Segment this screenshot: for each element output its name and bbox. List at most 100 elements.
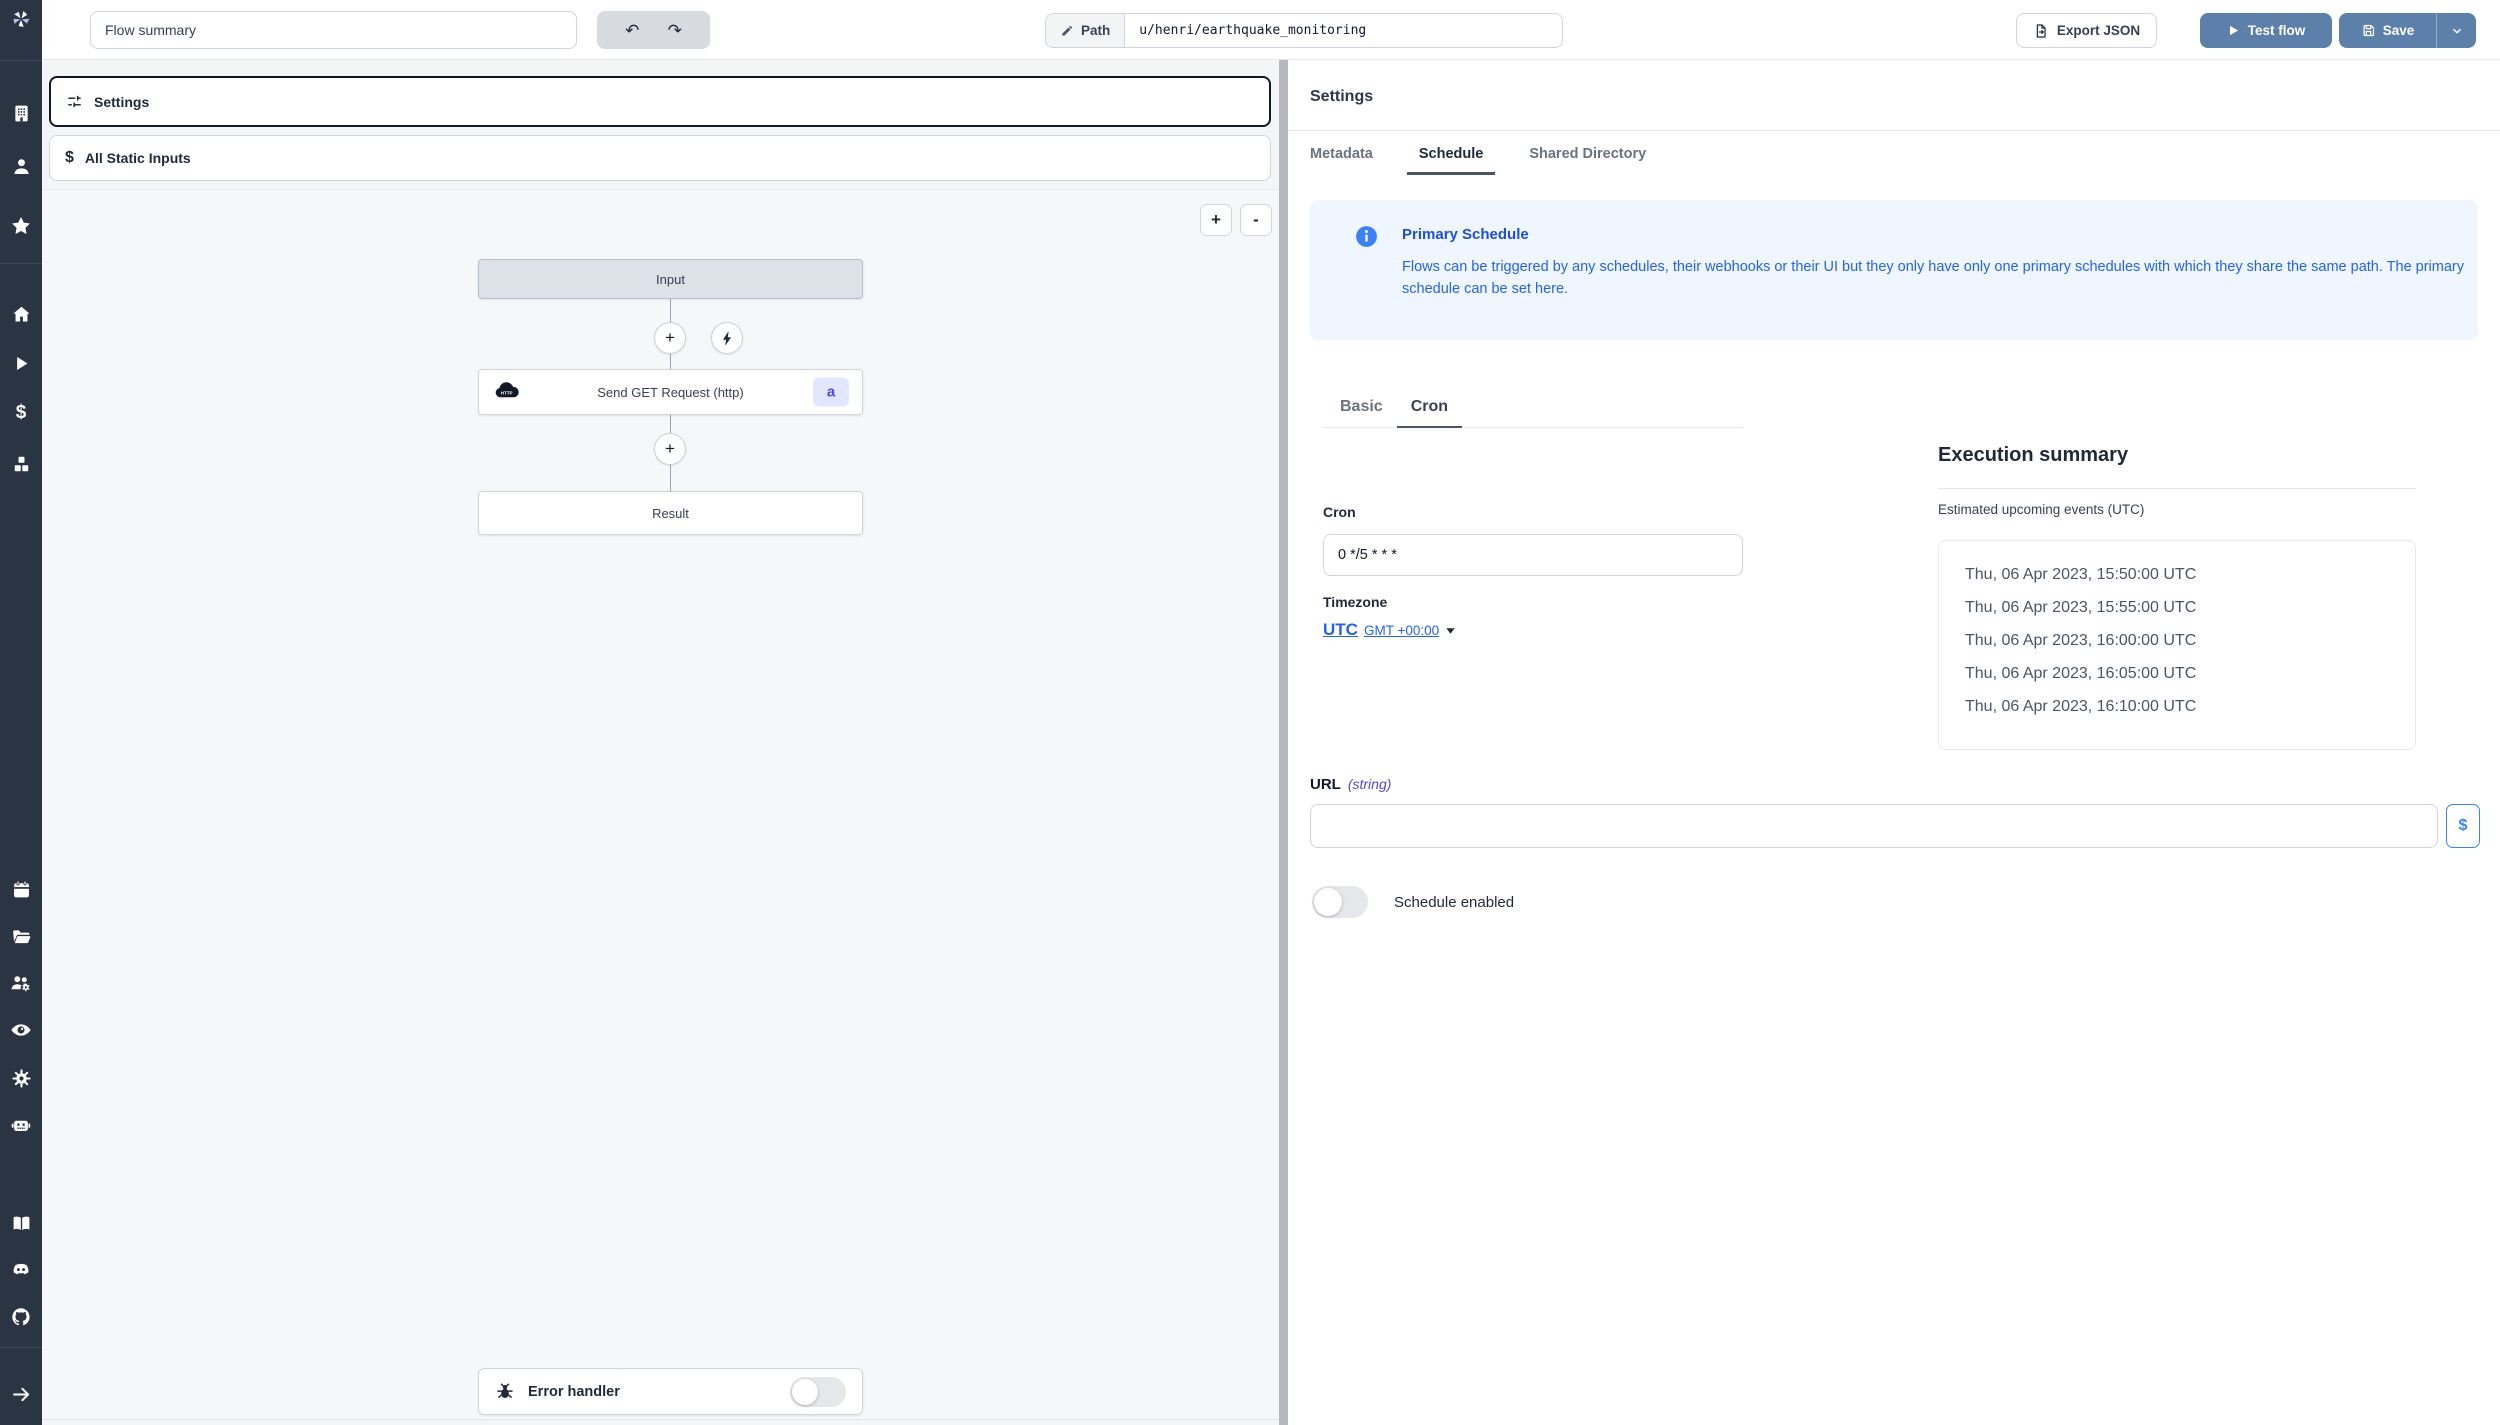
- error-handler-row[interactable]: Error handler: [478, 1368, 863, 1415]
- flow-panel: Settings $ All Static Inputs + - Input +…: [42, 60, 1279, 1425]
- undo-icon[interactable]: ↶: [625, 22, 639, 39]
- panel-splitter[interactable]: [1279, 60, 1288, 1425]
- upcoming-events-box: Thu, 06 Apr 2023, 15:50:00 UTC Thu, 06 A…: [1938, 540, 2416, 750]
- flow-node-http[interactable]: HTTP Send GET Request (http) a: [478, 369, 863, 415]
- url-type-hint: (string): [1348, 776, 1392, 792]
- info-body: Flows can be triggered by any schedules,…: [1402, 256, 2466, 300]
- toggle-knob: [792, 1379, 818, 1405]
- timezone-offset: GMT +00:00: [1364, 623, 1439, 638]
- settings-panel: Settings Metadata Schedule Shared Direct…: [1288, 60, 2500, 1425]
- workers-robot-icon[interactable]: [9, 1113, 33, 1137]
- flow-canvas[interactable]: + - Input + HTTP Send GET Request (http)…: [42, 189, 1279, 1420]
- home-icon[interactable]: [9, 302, 33, 326]
- event-row: Thu, 06 Apr 2023, 16:10:00 UTC: [1965, 690, 2415, 723]
- schedule-enabled-row: Schedule enabled: [1312, 886, 1514, 918]
- url-label: URL: [1310, 776, 1341, 793]
- github-icon[interactable]: [9, 1305, 33, 1329]
- execution-summary-subtitle: Estimated upcoming events (UTC): [1938, 502, 2144, 517]
- discord-icon[interactable]: [9, 1258, 33, 1282]
- audit-eye-icon[interactable]: [9, 1018, 33, 1042]
- info-title: Primary Schedule: [1402, 226, 1529, 243]
- export-json-label: Export JSON: [2057, 23, 2140, 38]
- event-row: Thu, 06 Apr 2023, 16:00:00 UTC: [1965, 624, 2415, 657]
- flow-node-result[interactable]: Result: [478, 491, 863, 535]
- timezone-select[interactable]: UTC GMT +00:00: [1323, 620, 1456, 640]
- schedule-mode-tabs: Basic Cron: [1323, 398, 1743, 428]
- primary-schedule-info-box: Primary Schedule Flows can be triggered …: [1310, 200, 2478, 340]
- flow-node-input[interactable]: Input: [478, 259, 863, 299]
- node-id-badge: a: [813, 378, 849, 407]
- flow-summary-input[interactable]: [90, 11, 577, 49]
- export-json-button[interactable]: Export JSON: [2016, 13, 2157, 48]
- topbar: ↶ ↷ Path u/henri/earthquake_monitoring E…: [42, 0, 2500, 60]
- timezone-label: Timezone: [1323, 594, 1387, 610]
- error-handler-label: Error handler: [528, 1384, 620, 1400]
- schedule-enabled-toggle[interactable]: [1312, 886, 1368, 918]
- path-label-text: Path: [1081, 23, 1110, 38]
- timezone-value: UTC: [1323, 620, 1358, 640]
- save-button-group: Save: [2339, 13, 2476, 48]
- sidebar-divider: [0, 1347, 42, 1348]
- insert-variable-button[interactable]: $: [2446, 804, 2480, 848]
- event-row: Thu, 06 Apr 2023, 16:05:00 UTC: [1965, 657, 2415, 690]
- tab-metadata[interactable]: Metadata: [1310, 140, 1385, 175]
- building-icon[interactable]: [9, 101, 33, 125]
- resources-cubes-icon[interactable]: [9, 452, 33, 476]
- flow-node-http-label: Send GET Request (http): [597, 385, 743, 400]
- sidebar-divider: [0, 263, 42, 264]
- pencil-icon: [1060, 24, 1074, 38]
- add-step-button[interactable]: +: [654, 322, 686, 354]
- cron-label: Cron: [1323, 504, 1356, 520]
- windmill-flow-editor: $: [0, 0, 2500, 1425]
- save-label: Save: [2383, 23, 2415, 38]
- test-flow-label: Test flow: [2248, 23, 2306, 38]
- tab-shared-directory[interactable]: Shared Directory: [1517, 140, 1658, 175]
- save-dropdown-button[interactable]: [2437, 13, 2476, 48]
- person-icon[interactable]: [9, 154, 33, 178]
- event-row: Thu, 06 Apr 2023, 15:50:00 UTC: [1965, 558, 2415, 591]
- save-button[interactable]: Save: [2339, 13, 2437, 48]
- trigger-lightning-button[interactable]: [711, 322, 743, 354]
- cron-input[interactable]: [1323, 534, 1743, 576]
- settings-gear-icon[interactable]: [9, 1066, 33, 1090]
- zoom-in-button[interactable]: +: [1200, 204, 1232, 236]
- windmill-logo-icon[interactable]: [9, 7, 33, 31]
- test-flow-button[interactable]: Test flow: [2200, 13, 2332, 48]
- collapse-arrow-right-icon[interactable]: [9, 1382, 33, 1406]
- info-icon: [1354, 224, 1379, 249]
- redo-icon[interactable]: ↷: [668, 22, 682, 39]
- schedules-calendar-icon[interactable]: [9, 877, 33, 901]
- docs-book-icon[interactable]: [9, 1211, 33, 1235]
- url-input[interactable]: [1310, 804, 2438, 848]
- dollar-icon: $: [65, 149, 74, 167]
- url-field-header: URL (string): [1310, 776, 1391, 793]
- all-static-inputs-button[interactable]: $ All Static Inputs: [49, 135, 1271, 181]
- flow-settings-button[interactable]: Settings: [49, 76, 1271, 127]
- flow-node-result-label: Result: [652, 506, 689, 521]
- error-handler-toggle[interactable]: [790, 1377, 846, 1407]
- add-step-button[interactable]: +: [654, 433, 686, 465]
- path-label[interactable]: Path: [1046, 14, 1125, 47]
- sliders-icon: [66, 93, 83, 110]
- groups-users-gear-icon[interactable]: [9, 971, 33, 995]
- execution-summary-title: Execution summary: [1938, 444, 2128, 467]
- divider: [1938, 488, 2416, 489]
- bug-icon: [495, 1382, 515, 1402]
- schedule-enabled-label: Schedule enabled: [1394, 894, 1514, 911]
- path-value[interactable]: u/henri/earthquake_monitoring: [1125, 14, 1562, 47]
- star-icon[interactable]: [9, 214, 33, 238]
- tab-basic[interactable]: Basic: [1323, 398, 1397, 428]
- variables-dollar-icon[interactable]: $: [9, 401, 33, 425]
- settings-panel-title: Settings: [1310, 88, 1373, 106]
- svg-text:HTTP: HTTP: [501, 390, 513, 395]
- caret-down-icon: [1445, 625, 1456, 636]
- runs-play-icon[interactable]: [9, 351, 33, 375]
- zoom-out-button[interactable]: -: [1240, 204, 1272, 236]
- tab-schedule[interactable]: Schedule: [1407, 140, 1495, 175]
- all-static-inputs-label: All Static Inputs: [85, 150, 191, 166]
- folders-icon[interactable]: [9, 924, 33, 948]
- sidebar: $: [0, 0, 42, 1425]
- file-export-icon: [2033, 23, 2049, 39]
- tab-cron[interactable]: Cron: [1397, 398, 1462, 428]
- chevron-down-icon: [2450, 24, 2464, 38]
